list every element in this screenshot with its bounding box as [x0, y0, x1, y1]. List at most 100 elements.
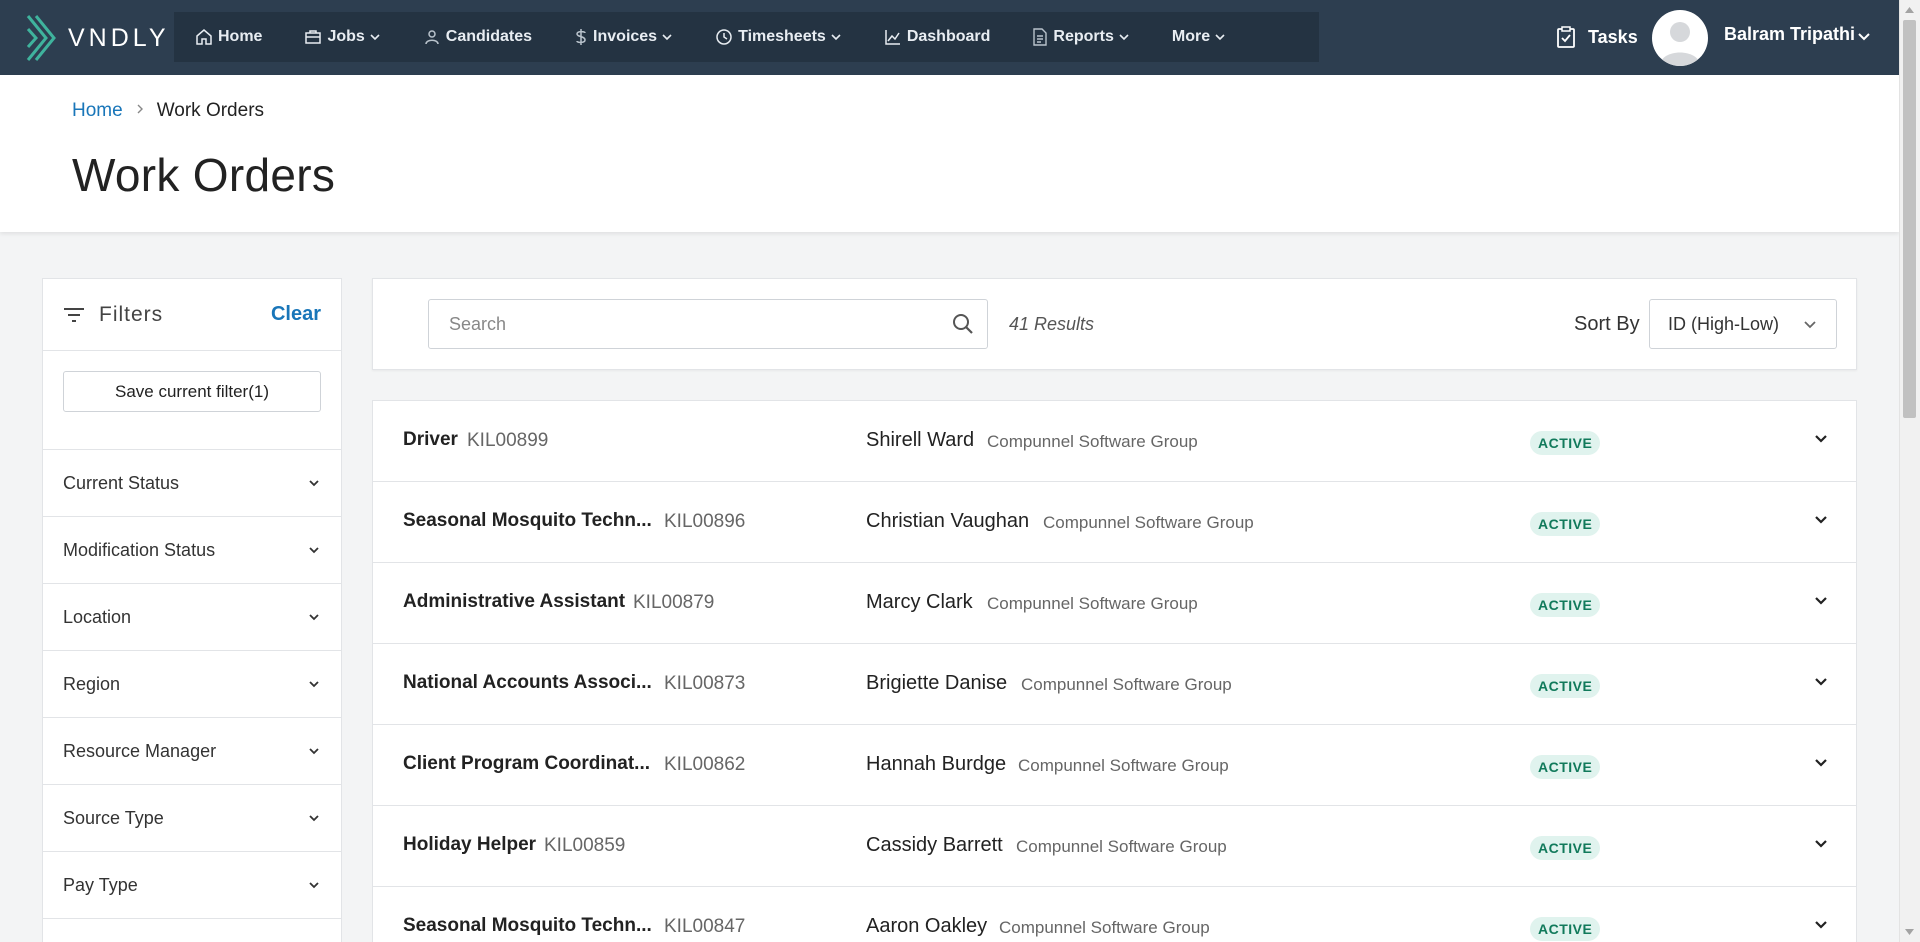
tasks-button[interactable]: Tasks	[1556, 20, 1638, 54]
clear-filters-button[interactable]: Clear	[271, 303, 321, 326]
work-order-title[interactable]: Driver	[403, 429, 458, 451]
nav-dashboard-label: Dashboard	[906, 28, 991, 45]
facet-location[interactable]: Location	[43, 584, 341, 651]
sort-value: ID (High-Low)	[1668, 313, 1780, 334]
main-nav: Home Jobs Candidates Invoices Timesheets…	[174, 12, 1319, 62]
facet-resource-manager[interactable]: Resource Manager	[43, 718, 341, 785]
nav-home[interactable]: Home	[174, 12, 283, 62]
work-order-title[interactable]: Client Program Coordinat...	[403, 753, 650, 775]
work-orders-list: Driver KIL00899 Shirell Ward Compunnel S…	[372, 400, 1857, 942]
facet-label: Resource Manager	[63, 740, 217, 761]
status-badge: ACTIVE	[1530, 431, 1601, 455]
work-order-row[interactable]: Holiday Helper KIL00859 Cassidy Barrett …	[373, 806, 1856, 887]
candidate-name: Cassidy Barrett	[866, 834, 1003, 856]
document-icon	[1032, 28, 1048, 46]
facet-current-status[interactable]: Current Status	[43, 450, 341, 517]
work-order-row[interactable]: Seasonal Mosquito Techn... KIL00896 Chri…	[373, 482, 1856, 563]
facet-region[interactable]: Region	[43, 651, 341, 718]
save-current-filter-button[interactable]: Save current filter(1)	[63, 371, 321, 412]
scroll-down-arrow-icon[interactable]	[1903, 925, 1916, 939]
nav-home-label: Home	[218, 28, 263, 45]
chevron-down-icon	[1118, 31, 1130, 43]
scroll-up-arrow-icon[interactable]	[1903, 3, 1916, 17]
expand-chevron-icon[interactable]	[1813, 674, 1829, 690]
results-count: 41 Results	[1009, 314, 1095, 334]
supplier-name: Compunnel Software Group	[1043, 513, 1254, 532]
filter-icon	[63, 307, 85, 323]
facet-source-type[interactable]: Source Type	[43, 785, 341, 852]
person-icon	[423, 28, 441, 46]
supplier-name: Compunnel Software Group	[987, 432, 1198, 451]
expand-chevron-icon[interactable]	[1813, 431, 1829, 447]
nav-invoices-label: Invoices	[593, 28, 658, 45]
facet-label: Location	[63, 606, 132, 627]
sort-select[interactable]: ID (High-Low)	[1649, 299, 1837, 349]
candidate-name: Hannah Burdge	[866, 753, 1007, 775]
nav-dashboard[interactable]: Dashboard	[863, 12, 1012, 62]
facet-pay-type[interactable]: Pay Type	[43, 852, 341, 919]
breadcrumb: Home Work Orders	[72, 100, 264, 122]
status-badge: ACTIVE	[1530, 755, 1601, 779]
chevron-down-icon	[307, 811, 321, 825]
work-order-title[interactable]: Administrative Assistant	[403, 591, 625, 613]
nav-candidates[interactable]: Candidates	[402, 12, 553, 62]
work-order-row[interactable]: Seasonal Mosquito Techn... KIL00847 Aaro…	[373, 887, 1856, 942]
status-badge: ACTIVE	[1530, 512, 1601, 536]
work-order-title[interactable]: Seasonal Mosquito Techn...	[403, 510, 652, 532]
work-order-title[interactable]: Holiday Helper	[403, 834, 536, 856]
briefcase-icon	[304, 28, 322, 46]
nav-more-label: More	[1171, 28, 1211, 45]
home-icon	[195, 28, 213, 46]
work-order-row[interactable]: Client Program Coordinat... KIL00862 Han…	[373, 725, 1856, 806]
work-order-id: KIL00873	[664, 673, 746, 694]
supplier-name: Compunnel Software Group	[999, 918, 1210, 937]
work-order-row[interactable]: Administrative Assistant KIL00879 Marcy …	[373, 563, 1856, 644]
nav-timesheets[interactable]: Timesheets	[694, 12, 863, 62]
status-badge: ACTIVE	[1530, 674, 1601, 698]
work-order-id: KIL00847	[664, 916, 746, 937]
nav-jobs[interactable]: Jobs	[283, 12, 401, 62]
clipboard-check-icon	[1556, 26, 1576, 48]
candidate-name: Christian Vaughan	[866, 510, 1030, 532]
expand-chevron-icon[interactable]	[1813, 755, 1829, 771]
vndly-logo[interactable]: VNDLY	[24, 13, 170, 63]
avatar[interactable]	[1652, 10, 1708, 66]
dollar-icon	[574, 28, 588, 46]
logo-text: VNDLY	[68, 23, 170, 52]
save-filter-section: Save current filter(1)	[43, 351, 341, 450]
work-order-id: KIL00879	[633, 592, 715, 613]
expand-chevron-icon[interactable]	[1813, 512, 1829, 528]
nav-reports[interactable]: Reports	[1011, 12, 1150, 62]
user-name[interactable]: Balram Tripathi	[1724, 24, 1855, 45]
facet-label: Pay Type	[63, 874, 138, 895]
expand-chevron-icon[interactable]	[1813, 593, 1829, 609]
chart-icon	[884, 28, 902, 46]
chevron-down-icon	[307, 878, 321, 892]
search-icon[interactable]	[939, 313, 987, 335]
work-order-title[interactable]: Seasonal Mosquito Techn...	[403, 915, 652, 937]
filters-panel: Filters Clear Save current filter(1) Cur…	[42, 278, 342, 942]
candidate-name: Shirell Ward	[866, 429, 975, 451]
expand-chevron-icon[interactable]	[1813, 917, 1829, 933]
work-order-title[interactable]: National Accounts Associ...	[403, 672, 652, 694]
scrollbar-thumb[interactable]	[1903, 20, 1916, 418]
page-title: Work Orders	[72, 149, 336, 201]
status-badge: ACTIVE	[1530, 836, 1601, 860]
work-order-row[interactable]: National Accounts Associ... KIL00873 Bri…	[373, 644, 1856, 725]
chevron-down-icon	[307, 610, 321, 624]
breadcrumb-home-link[interactable]: Home	[72, 100, 123, 122]
chevron-down-icon	[830, 31, 842, 43]
sort-by-label: Sort By	[1574, 313, 1640, 335]
facet-modification-status[interactable]: Modification Status	[43, 517, 341, 584]
supplier-name: Compunnel Software Group	[987, 594, 1198, 613]
user-avatar-icon	[1660, 22, 1700, 66]
work-order-row[interactable]: Driver KIL00899 Shirell Ward Compunnel S…	[373, 401, 1856, 482]
nav-more[interactable]: More	[1151, 12, 1247, 62]
user-menu-chevron-icon[interactable]	[1857, 30, 1871, 49]
nav-invoices[interactable]: Invoices	[553, 12, 694, 62]
search-input[interactable]	[429, 300, 939, 348]
expand-chevron-icon[interactable]	[1813, 836, 1829, 852]
work-order-id: KIL00899	[467, 430, 549, 451]
filters-title: Filters	[99, 302, 164, 326]
top-navbar: VNDLY Home Jobs Candidates Invoices Time…	[0, 0, 1899, 75]
